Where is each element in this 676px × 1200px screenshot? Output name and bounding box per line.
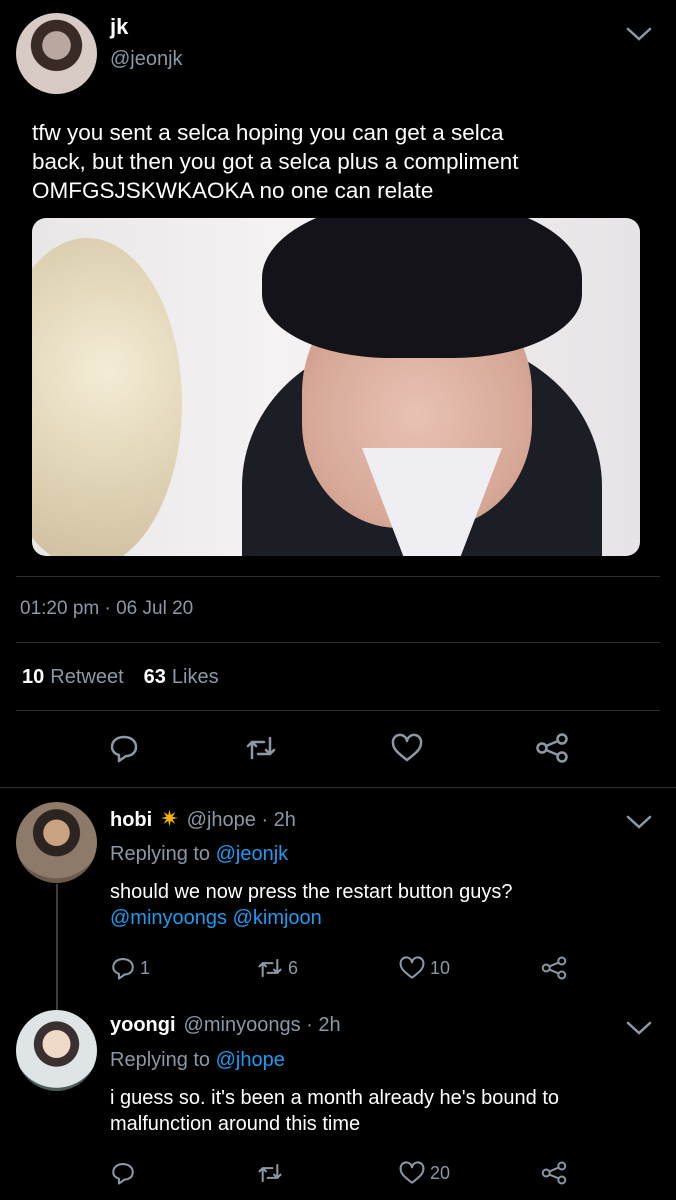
reply-avatar[interactable]	[16, 1010, 97, 1091]
retweet-button[interactable]: 6	[256, 955, 298, 981]
chevron-down-icon[interactable]	[624, 24, 654, 44]
retweet-icon	[258, 1163, 282, 1183]
retweet-count[interactable]: 10	[22, 666, 44, 689]
divider	[0, 787, 676, 788]
retweet-count: 6	[288, 957, 299, 978]
replying-to-label: Replying to	[110, 843, 211, 865]
author-avatar[interactable]	[16, 13, 97, 94]
divider	[16, 710, 660, 711]
retweet-icon	[246, 736, 276, 760]
retweet-button[interactable]	[256, 1160, 288, 1186]
retweet-label[interactable]: Retweet	[50, 666, 123, 689]
reply-button[interactable]: 1	[110, 955, 150, 981]
like-button[interactable]: 20	[398, 1160, 450, 1186]
divider	[16, 576, 660, 577]
reply-icon	[110, 735, 138, 763]
reply-avatar[interactable]	[16, 802, 97, 883]
replying-to: Replying to @jhope	[110, 1049, 285, 1072]
reply-icon	[112, 1163, 134, 1185]
reply-header: hobi ✷ @jhope · 2h	[110, 806, 296, 832]
author-handle[interactable]: @jeonjk	[110, 48, 183, 71]
reply-text: i guess so. it's been a month already he…	[110, 1087, 560, 1135]
divider	[16, 642, 660, 643]
chevron-down-icon[interactable]	[624, 812, 654, 832]
replying-to: Replying to @jeonjk	[110, 843, 288, 866]
tweet-photo[interactable]	[32, 218, 640, 556]
share-button[interactable]	[534, 732, 570, 764]
replying-to-handle[interactable]: @jhope	[216, 1049, 285, 1071]
star-emoji: ✷	[160, 806, 179, 831]
reply-author-name[interactable]: yoongi	[110, 1014, 176, 1037]
share-button[interactable]	[540, 1160, 568, 1186]
tweet-stats: 10 Retweet 63 Likes	[22, 666, 219, 689]
like-button[interactable]	[390, 732, 424, 764]
share-icon	[541, 1161, 567, 1185]
share-icon	[536, 733, 568, 763]
share-icon	[541, 956, 567, 980]
tweet-timestamp: 01:20 pm · 06 Jul 20	[20, 598, 194, 619]
reply-mentions[interactable]: @minyoongs @kimjoon	[110, 905, 322, 931]
reply-text: should we now press the restart button g…	[110, 881, 513, 903]
likes-label[interactable]: Likes	[172, 666, 219, 689]
like-button[interactable]: 10	[398, 955, 450, 981]
thread-line	[56, 884, 58, 1010]
like-count: 10	[430, 957, 451, 978]
like-count: 20	[430, 1162, 451, 1183]
like-icon	[391, 733, 423, 762]
author-name[interactable]: jk	[110, 14, 128, 40]
reply-header: yoongi @minyoongs · 2h	[110, 1014, 341, 1037]
replying-to-label: Replying to	[110, 1049, 211, 1071]
retweet-icon	[258, 958, 282, 978]
like-icon	[399, 956, 425, 979]
reply-author-name[interactable]: hobi	[110, 809, 152, 832]
reply-handle-time[interactable]: @jhope · 2h	[187, 809, 296, 832]
reply-button[interactable]	[110, 1160, 140, 1186]
chevron-down-icon[interactable]	[624, 1018, 654, 1038]
reply-icon	[112, 958, 134, 980]
share-button[interactable]	[540, 955, 568, 981]
replying-to-handle[interactable]: @jeonjk	[216, 843, 289, 865]
likes-count[interactable]: 63	[144, 666, 166, 689]
reply-handle-time[interactable]: @minyoongs · 2h	[184, 1014, 341, 1037]
reply-count: 1	[140, 957, 151, 978]
reply-button[interactable]	[108, 732, 140, 764]
retweet-button[interactable]	[244, 732, 278, 764]
tweet-text: tfw you sent a selca hoping you can get …	[32, 120, 519, 203]
like-icon	[399, 1161, 425, 1184]
